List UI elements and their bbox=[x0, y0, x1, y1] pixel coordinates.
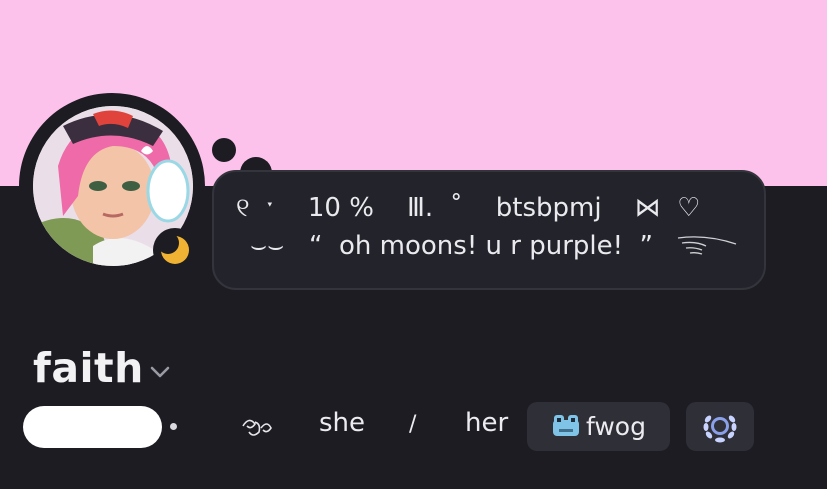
idle-moon-icon bbox=[160, 235, 189, 264]
thought-dot-small bbox=[212, 138, 236, 162]
custom-status-bubble[interactable] bbox=[212, 170, 766, 290]
pronoun-separator: / bbox=[409, 412, 417, 437]
swirl-icon bbox=[242, 419, 272, 436]
pronoun-her: her bbox=[465, 408, 509, 438]
wind-lines-icon bbox=[677, 236, 737, 255]
chevron-down-icon[interactable] bbox=[148, 364, 172, 380]
separator-dot bbox=[170, 423, 177, 430]
custom-status-line-1: ୧ ˑ 10 % Ⅲ. ˚ btsbpmj ⋈ ♡ bbox=[236, 193, 701, 223]
redacted-username bbox=[23, 406, 162, 448]
custom-status-line-2: ⌣⌣ “ oh moons! u r purple! ” bbox=[250, 231, 654, 261]
fwog-tag-label: fwog bbox=[586, 412, 646, 441]
pronoun-she: she bbox=[319, 408, 366, 438]
frog-icon bbox=[553, 415, 579, 436]
laurel-wreath-icon bbox=[703, 415, 737, 443]
display-name[interactable]: faith bbox=[33, 348, 144, 389]
